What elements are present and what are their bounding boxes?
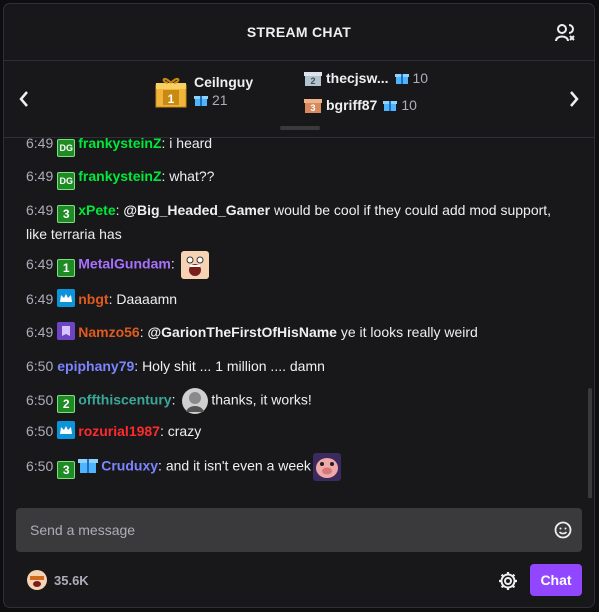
chat-title: STREAM CHAT — [246, 24, 352, 40]
timestamp: 6:49 — [26, 138, 54, 151]
channel-points-icon — [27, 570, 47, 590]
message-text: Daaaamn — [116, 291, 178, 307]
colon: : — [134, 358, 143, 374]
subscriber-badge[interactable]: 3 — [57, 460, 76, 479]
prime-crown-badge-icon[interactable] — [57, 289, 76, 307]
chat-message: 6:50 2 offthiscentury: thanks, it works! — [26, 387, 574, 415]
leaderboard-second-name: thecjsw... — [326, 70, 389, 86]
leaderboard-third-name: bgriff87 — [326, 97, 378, 113]
colon: : — [170, 255, 179, 272]
gift-icon — [394, 74, 409, 84]
message-text: crazy — [167, 423, 202, 439]
timestamp: 6:50 — [26, 391, 54, 408]
chat-message: 6:49 DG frankysteinZ: i heard — [26, 138, 574, 157]
chat-message: 6:50 rozurial1987: crazy — [26, 420, 574, 442]
chevron-right-icon[interactable] — [566, 89, 582, 109]
message-text: ye it looks really weird — [336, 324, 478, 340]
mention[interactable]: @GarionTheFirstOfHisName — [148, 324, 337, 340]
bronze-gift-rank-icon: 3 — [304, 99, 322, 113]
face-emote[interactable] — [181, 387, 209, 415]
leaderboard-second-count: 10 — [412, 70, 429, 86]
mention[interactable]: @Big_Headed_Gamer — [123, 202, 270, 218]
leaderboard-first-name: Ceilnguy — [194, 74, 254, 90]
leaderboard-drag-handle[interactable] — [280, 126, 320, 130]
subscriber-badge[interactable]: 1 — [57, 258, 76, 277]
timestamp: 6:49 — [26, 291, 54, 307]
username[interactable]: frankysteinZ — [78, 168, 161, 184]
message-text: Holy shit ... 1 million .... damn — [142, 358, 325, 374]
send-chat-button[interactable]: Chat — [530, 564, 582, 596]
colon: : — [171, 391, 180, 408]
subscriber-badge[interactable]: DG — [57, 139, 76, 157]
chat-message: 6:49 1 MetalGundam: — [26, 251, 574, 279]
leaderboard-first-place[interactable]: 1 Ceilnguy 21 — [154, 73, 253, 109]
pig-face-emote[interactable] — [312, 453, 341, 481]
chat-footer: 35.6K Chat — [4, 564, 594, 607]
username[interactable]: MetalGundam — [78, 256, 171, 272]
subscriber-badge[interactable]: 3 — [57, 205, 76, 223]
timestamp: 6:50 — [26, 423, 54, 439]
message-text: and it isn't even a week — [165, 457, 311, 474]
community-users-icon[interactable] — [554, 22, 576, 44]
sub-gifter-badge-icon[interactable] — [78, 456, 99, 474]
chevron-left-icon[interactable] — [16, 89, 32, 109]
gear-icon[interactable] — [498, 571, 518, 591]
subscriber-badge[interactable]: 2 — [57, 394, 76, 413]
message-text: what?? — [169, 168, 215, 184]
username[interactable]: xPete — [78, 202, 115, 218]
chat-message-list: 6:49 DG frankysteinZ: i heard 6:49 DG franky… — [4, 138, 594, 498]
message-text: i heard — [169, 138, 213, 151]
rank-number: 1 — [168, 92, 175, 106]
timestamp: 6:49 — [26, 168, 54, 184]
chat-header: STREAM CHAT — [4, 4, 594, 61]
chat-scrollbar[interactable] — [588, 388, 592, 498]
username[interactable]: Namzo56 — [78, 324, 139, 340]
chat-message: 6:50 epiphany79: Holy shit ... 1 million … — [26, 355, 574, 377]
moderator-badge-icon[interactable] — [57, 322, 76, 340]
prime-crown-badge-icon[interactable] — [57, 421, 76, 439]
timestamp: 6:50 — [26, 457, 54, 474]
timestamp: 6:49 — [26, 255, 54, 272]
gold-gift-rank-icon: 1 — [155, 77, 187, 108]
rank-number: 3 — [310, 103, 315, 113]
gift-icon — [194, 96, 208, 106]
input-placeholder: Send a message — [30, 522, 136, 538]
leaderboard-third-place[interactable]: 3 bgriff87 10 — [304, 96, 417, 114]
leaderboard-second-place[interactable]: 2 thecjsw... 10 — [304, 69, 428, 87]
smiley-face-icon[interactable] — [554, 521, 572, 539]
username[interactable]: frankysteinZ — [78, 138, 161, 151]
chat-message: 6:49 nbgt: Daaaamn — [26, 288, 574, 310]
timestamp: 6:50 — [26, 358, 54, 374]
chat-window: STREAM CHAT 1 Ceilnguy 21 2 thecjsw... 1… — [4, 4, 594, 607]
username[interactable]: rozurial1987 — [78, 423, 160, 439]
surprised-face-emote[interactable] — [180, 251, 209, 279]
colon: : — [158, 457, 166, 474]
channel-points-count: 35.6K — [54, 572, 89, 588]
channel-points-button[interactable]: 35.6K — [26, 569, 89, 591]
chat-message: 6:50 3 Cruduxy: and it isn't even a week — [26, 453, 574, 481]
colon: : — [139, 324, 148, 340]
username[interactable]: nbgt — [78, 291, 108, 307]
timestamp: 6:49 — [26, 202, 54, 218]
leaderboard-third-count: 10 — [401, 97, 417, 113]
colon: : — [159, 423, 168, 439]
leaderboard-first-count: 21 — [212, 92, 228, 108]
silver-gift-rank-icon: 2 — [304, 72, 322, 86]
gift-leaderboard: 1 Ceilnguy 21 2 thecjsw... 10 3 bgriff87… — [4, 61, 594, 138]
chat-message-input[interactable]: Send a message — [16, 508, 582, 552]
rank-number: 2 — [310, 76, 315, 86]
username[interactable]: offthiscentury — [78, 392, 171, 408]
message-text: thanks, it works! — [211, 391, 312, 408]
timestamp: 6:49 — [26, 324, 54, 340]
username[interactable]: epiphany79 — [57, 358, 134, 374]
chat-message: 6:49 DG frankysteinZ: what?? — [26, 165, 574, 190]
gift-icon — [383, 101, 398, 111]
subscriber-badge[interactable]: DG — [57, 172, 76, 190]
username[interactable]: Cruduxy — [101, 458, 158, 474]
chat-message: 6:49 3 xPete: @Big_Headed_Gamer would be c… — [26, 199, 574, 245]
chat-message: 6:49 Namzo56: @GarionTheFirstOfHisName ye… — [26, 321, 574, 343]
